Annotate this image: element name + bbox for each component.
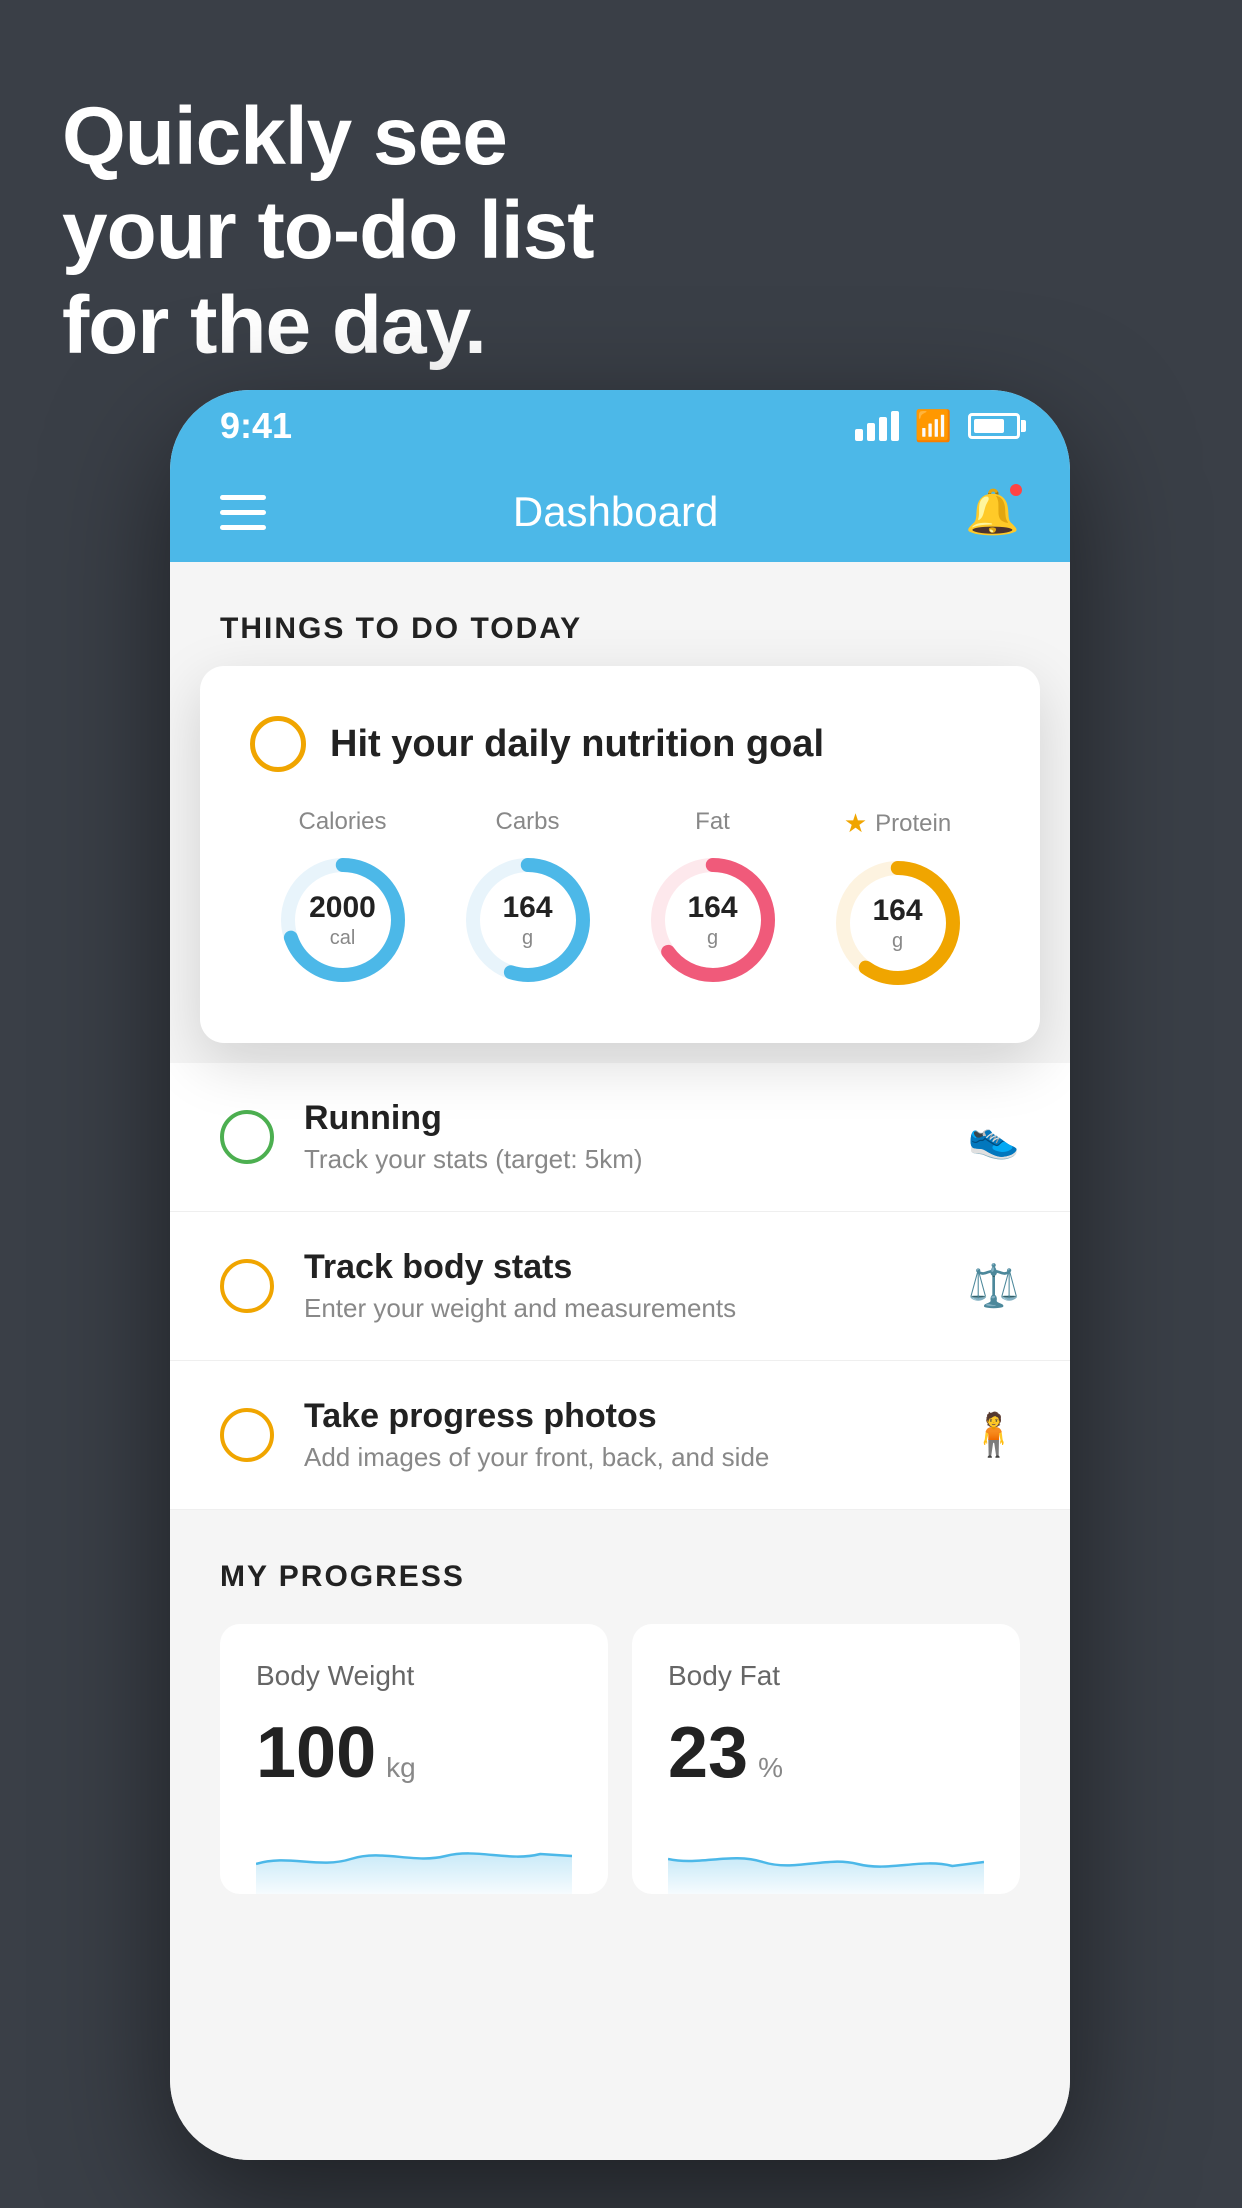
wifi-icon: 📶 <box>915 409 952 444</box>
todo-circle-photos <box>220 1408 274 1462</box>
status-icons: 📶 <box>855 409 1020 444</box>
calories-label: Calories <box>298 808 386 836</box>
nutrition-card-title: Hit your daily nutrition goal <box>330 723 824 766</box>
body-fat-unit: % <box>758 1752 783 1784</box>
todo-title-body-stats: Track body stats <box>304 1248 938 1287</box>
todo-subtitle-photos: Add images of your front, back, and side <box>304 1442 938 1473</box>
calories-unit: cal <box>309 926 376 950</box>
calories-value: 2000 <box>309 890 376 926</box>
carbs-unit: g <box>502 926 552 950</box>
calories-value-group: 2000 cal <box>309 890 376 950</box>
protein-value: 164 <box>872 893 922 929</box>
todo-subtitle-body-stats: Enter your weight and measurements <box>304 1293 938 1324</box>
headline-text: Quickly see your to-do list for the day. <box>62 90 594 373</box>
body-weight-label: Body Weight <box>256 1660 572 1692</box>
carbs-stat: Carbs 164 g <box>458 808 598 990</box>
status-bar: 9:41 📶 <box>170 390 1070 462</box>
protein-stat: ★ Protein 164 g <box>828 808 968 993</box>
nutrition-card-header: Hit your daily nutrition goal <box>250 716 990 772</box>
nutrition-card[interactable]: Hit your daily nutrition goal Calories 2… <box>200 666 1040 1043</box>
body-fat-value: 23 <box>668 1712 748 1794</box>
fat-unit: g <box>687 926 737 950</box>
photo-person-icon: 🧍 <box>968 1411 1020 1460</box>
todo-list: Running Track your stats (target: 5km) 👟… <box>170 1063 1070 1510</box>
todo-circle-running <box>220 1110 274 1164</box>
todo-title-photos: Take progress photos <box>304 1397 938 1436</box>
scale-icon: ⚖️ <box>968 1262 1020 1311</box>
body-weight-value: 100 <box>256 1712 376 1794</box>
headline-line2: your to-do list <box>62 185 594 276</box>
todo-title-running: Running <box>304 1099 938 1138</box>
body-weight-chart <box>256 1814 572 1894</box>
notification-dot <box>1008 482 1024 498</box>
fat-value: 164 <box>687 890 737 926</box>
todo-item-body-stats[interactable]: Track body stats Enter your weight and m… <box>170 1212 1070 1361</box>
running-icon: 👟 <box>968 1113 1020 1162</box>
body-fat-chart <box>668 1814 984 1894</box>
body-fat-value-group: 23 % <box>668 1712 984 1794</box>
body-fat-label: Body Fat <box>668 1660 984 1692</box>
todo-circle-body-stats <box>220 1259 274 1313</box>
protein-donut: 164 g <box>828 853 968 993</box>
status-time: 9:41 <box>220 405 292 447</box>
nav-title: Dashboard <box>513 488 718 536</box>
body-weight-value-group: 100 kg <box>256 1712 572 1794</box>
fat-label: Fat <box>695 808 730 836</box>
protein-unit: g <box>872 929 922 953</box>
todo-subtitle-running: Track your stats (target: 5km) <box>304 1144 938 1175</box>
signal-icon <box>855 411 899 441</box>
progress-section: MY PROGRESS Body Weight 100 kg <box>170 1510 1070 1894</box>
carbs-label: Carbs <box>495 808 559 836</box>
menu-button[interactable] <box>220 495 266 530</box>
phone-content: THINGS TO DO TODAY Hit your daily nutrit… <box>170 562 1070 2160</box>
fat-stat: Fat 164 g <box>643 808 783 990</box>
notification-button[interactable]: 🔔 <box>965 486 1020 538</box>
todo-text-body-stats: Track body stats Enter your weight and m… <box>304 1248 938 1324</box>
nutrition-check-circle <box>250 716 306 772</box>
body-weight-unit: kg <box>386 1752 416 1784</box>
body-fat-card[interactable]: Body Fat 23 % <box>632 1624 1020 1894</box>
things-section-title: THINGS TO DO TODAY <box>220 612 1020 646</box>
progress-cards: Body Weight 100 kg <box>220 1624 1020 1894</box>
carbs-donut: 164 g <box>458 850 598 990</box>
calories-donut: 2000 cal <box>273 850 413 990</box>
calories-stat: Calories 2000 cal <box>273 808 413 990</box>
todo-text-running: Running Track your stats (target: 5km) <box>304 1099 938 1175</box>
todo-item-running[interactable]: Running Track your stats (target: 5km) 👟 <box>170 1063 1070 1212</box>
carbs-value-group: 164 g <box>502 890 552 950</box>
headline-line1: Quickly see <box>62 91 507 182</box>
body-weight-card[interactable]: Body Weight 100 kg <box>220 1624 608 1894</box>
fat-donut: 164 g <box>643 850 783 990</box>
protein-value-group: 164 g <box>872 893 922 953</box>
star-icon: ★ <box>844 808 867 839</box>
things-section: THINGS TO DO TODAY <box>170 562 1070 646</box>
fat-value-group: 164 g <box>687 890 737 950</box>
progress-section-title: MY PROGRESS <box>220 1560 1020 1594</box>
todo-item-photos[interactable]: Take progress photos Add images of your … <box>170 1361 1070 1510</box>
phone-frame: 9:41 📶 Dashboard 🔔 THINGS TO <box>170 390 1070 2160</box>
todo-text-photos: Take progress photos Add images of your … <box>304 1397 938 1473</box>
battery-icon <box>968 413 1020 439</box>
nutrition-stats: Calories 2000 cal Carbs <box>250 808 990 993</box>
headline-line3: for the day. <box>62 280 486 371</box>
protein-label: ★ Protein <box>844 808 951 839</box>
carbs-value: 164 <box>502 890 552 926</box>
nav-bar: Dashboard 🔔 <box>170 462 1070 562</box>
